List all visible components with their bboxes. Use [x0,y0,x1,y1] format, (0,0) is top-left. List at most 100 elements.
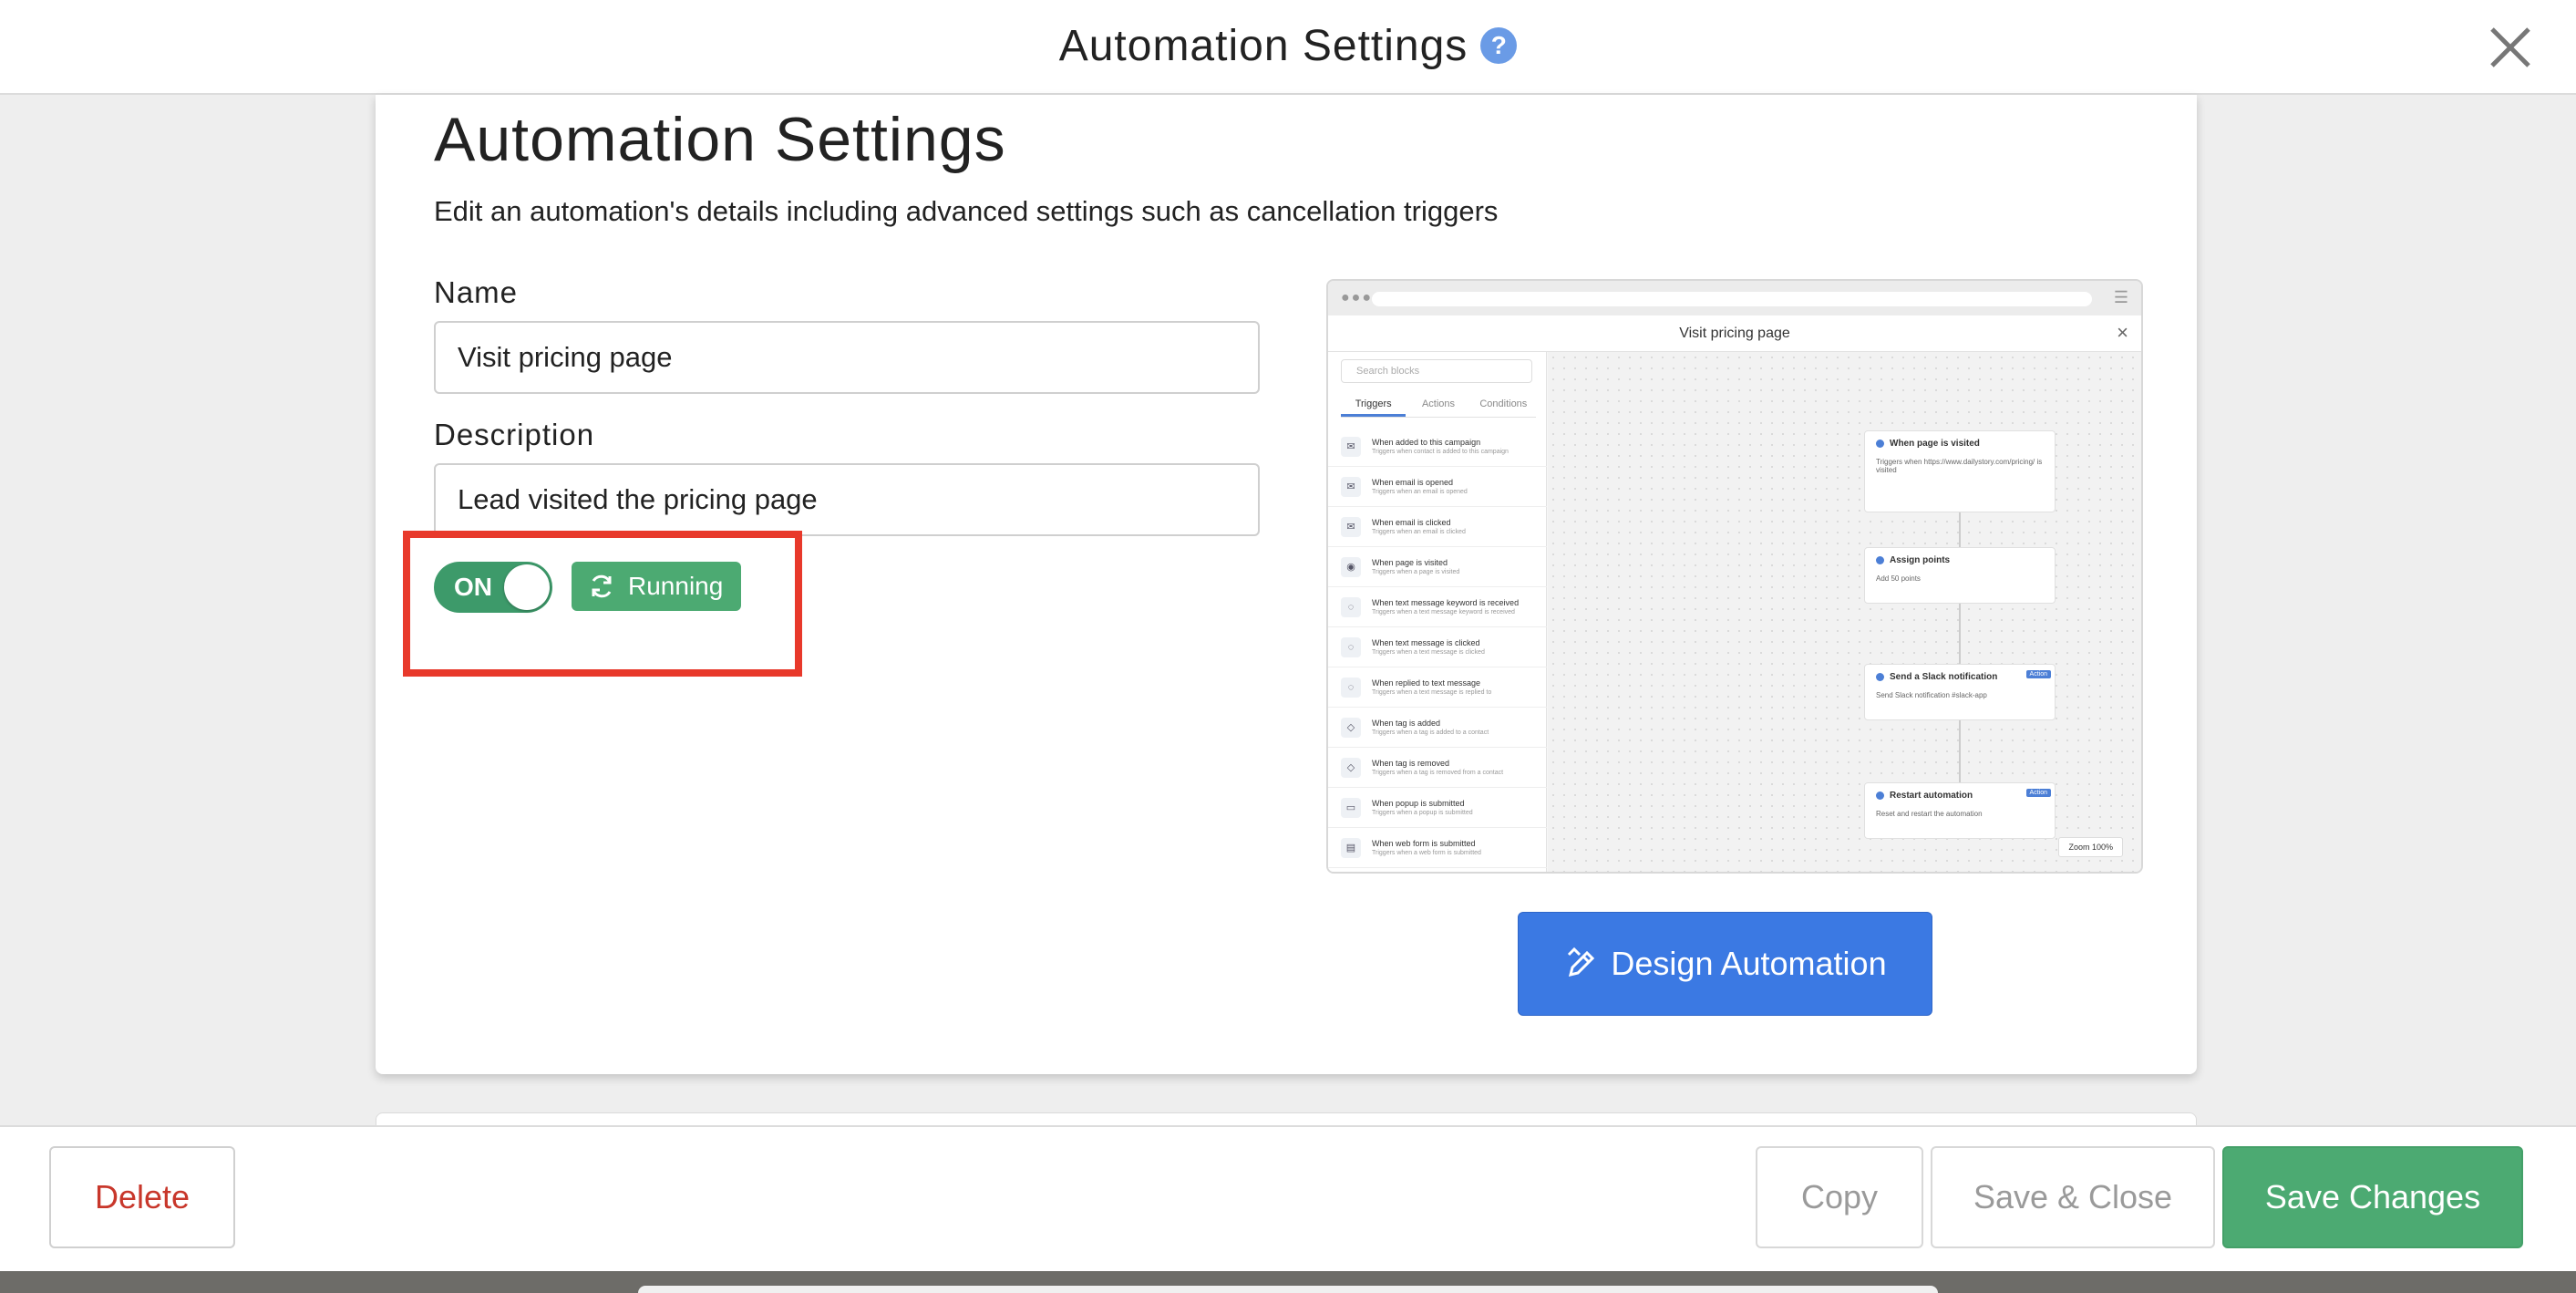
window-dots-icon: ●●● [1341,290,1373,305]
preview-connector [1959,720,1961,782]
design-pencil-icon [1568,946,1595,978]
save-close-button[interactable]: Save & Close [1931,1146,2215,1248]
megaphone-icon: ✉ [1341,436,1361,457]
form-icon: ▤ [1341,837,1361,858]
preview-list-item: ◌ When text message keyword is received Tr… [1328,587,1547,627]
preview-node-title: When page is visited [1876,439,2044,449]
header-title-wrap: Automation Settings ? [0,0,2576,91]
close-icon[interactable] [2485,22,2536,73]
delete-button[interactable]: Delete [49,1146,235,1248]
preview-trigger-list: ✉ When added to this campaign Triggers whe… [1328,427,1547,868]
preview-list-item: ◉ When page is visited Triggers when a pag… [1328,547,1547,587]
preview-list-item-text: When replied to text message Triggers whe… [1372,678,1491,696]
preview-url-bar [1372,292,2092,306]
node-type-icon [1876,440,1884,448]
preview-list-item-text: When text message is clicked Triggers whe… [1372,638,1485,656]
preview-list-item-sub: Triggers when a text message is clicked [1372,649,1485,656]
preview-canvas: Zoom 100% When page is visited Triggers w… [1548,352,2141,872]
preview-list-item-text: When tag is added Triggers when a tag is … [1372,719,1489,736]
preview-list-item-title: When tag is added [1372,719,1441,728]
preview-node-title-text: Restart automation [1890,791,1973,801]
preview-list-item-sub: Triggers when a page is visited [1372,569,1460,575]
preview-list-item-text: When text message keyword is received Tri… [1372,598,1519,615]
name-input[interactable] [434,321,1260,394]
preview-list-item: ✉ When email is clicked Triggers when an e… [1328,507,1547,547]
preview-browser-chrome: ●●● ☰ [1328,281,2141,315]
preview-node-body: Reset and restart the automation [1876,810,1983,818]
save-changes-button[interactable]: Save Changes [2222,1146,2523,1248]
preview-node-title-text: When page is visited [1890,439,1980,449]
preview-list-item-sub: Triggers when a tag is added to a contac… [1372,729,1489,736]
chat-icon: ◌ [1341,636,1361,657]
chat-icon: ◌ [1341,596,1361,617]
preview-tab-triggers: Triggers [1341,392,1406,417]
window-bottom-tab [638,1286,1938,1293]
preview-list-item-sub: Triggers when a web form is submitted [1372,850,1481,856]
node-type-icon [1876,556,1884,564]
modal-header: Automation Settings ? [0,0,2576,95]
preview-list-item-title: When text message is clicked [1372,638,1480,647]
modal-title: Automation Settings [1058,21,1468,70]
preview-list-item: ◌ When text message is clicked Triggers wh… [1328,627,1547,667]
preview-list-item-sub: Triggers when contact is added to this c… [1372,449,1509,455]
preview-list-item: ▤ When web form is submitted Triggers when… [1328,828,1547,868]
preview-list-item-sub: Triggers when an email is clicked [1372,529,1466,535]
preview-list-item-sub: Triggers when a popup is submitted [1372,810,1473,816]
tag-icon: ◇ [1341,757,1361,778]
preview-search: Search blocks [1341,359,1532,383]
preview-tab-actions: Actions [1421,398,1456,409]
preview-list-item-text: When popup is submitted Triggers when a p… [1372,799,1473,816]
menu-icon: ☰ [2113,288,2128,306]
preview-list-item-text: When tag is removed Triggers when a tag i… [1372,759,1503,776]
preview-node-title: Restart automation [1876,791,2044,801]
preview-node-title-text: Send a Slack notification [1890,672,1998,682]
preview-node-title: Send a Slack notification [1876,672,2044,682]
eye-icon: ◉ [1341,556,1361,577]
preview-list-item-sub: Triggers when a tag is removed from a co… [1372,770,1504,776]
preview-list-item-title: When tag is removed [1372,759,1450,768]
preview-node-body: Add 50 points [1876,574,1921,583]
preview-list-item-title: When email is clicked [1372,518,1451,527]
preview-list-item-title: When added to this campaign [1372,438,1481,447]
preview-list-item: ✉ When added to this campaign Triggers whe… [1328,427,1547,467]
node-type-icon [1876,791,1884,800]
preview-node-badge: Action [2025,670,2051,678]
preview-node: Assign points Add 50 points [1864,547,2056,604]
window-icon: ▭ [1341,797,1361,818]
tag-icon: ◇ [1341,717,1361,738]
preview-list-item-title: When replied to text message [1372,678,1481,688]
node-type-icon [1876,673,1884,681]
automation-preview[interactable]: ●●● ☰ Visit pricing page × Search blocks… [1326,279,2143,874]
preview-list-item: ◇ When tag is removed Triggers when a tag … [1328,748,1547,788]
chat-icon: ◌ [1341,677,1361,698]
email-click-icon: ✉ [1341,516,1361,537]
envelope-open-icon: ✉ [1341,476,1361,497]
preview-list-item-title: When web form is submitted [1372,839,1476,848]
page-title: Automation Settings [434,105,1006,174]
preview-list-item-text: When email is clicked Triggers when an em… [1372,518,1466,535]
preview-tabs: Triggers Actions Conditions [1341,392,1536,418]
preview-list-item: ▭ When popup is submitted Triggers when a … [1328,788,1547,828]
help-icon[interactable]: ? [1480,27,1518,64]
preview-list-item-sub: Triggers when an email is opened [1372,489,1468,495]
description-input[interactable] [434,463,1260,536]
preview-list-item-title: When text message keyword is received [1372,598,1520,607]
preview-titlebar: Visit pricing page × [1328,315,2141,352]
design-automation-label: Design Automation [1611,945,1887,982]
preview-node-body: Send Slack notification #slack-app [1876,691,1987,699]
preview-list-item-title: When popup is submitted [1372,799,1465,808]
preview-list-item-title: When page is visited [1372,558,1448,567]
preview-close-icon: × [2117,321,2128,344]
preview-connector [1959,604,1961,664]
preview-list-item-text: When web form is submitted Triggers when … [1372,839,1481,856]
preview-list-item-title: When email is opened [1372,478,1454,487]
copy-button[interactable]: Copy [1756,1146,1923,1248]
preview-node: Restart automation Reset and restart the … [1864,782,2056,839]
name-label: Name [434,275,519,309]
preview-title: Visit pricing page [1679,326,1790,341]
preview-list-item: ◌ When replied to text message Triggers wh… [1328,667,1547,708]
preview-list-item-sub: Triggers when a text message keyword is … [1372,609,1515,615]
preview-list-item-text: When email is opened Triggers when an ema… [1372,478,1468,495]
design-automation-button[interactable]: Design Automation [1518,912,1932,1016]
preview-node-body: Triggers when https://www.dailystory.com… [1876,458,2043,474]
